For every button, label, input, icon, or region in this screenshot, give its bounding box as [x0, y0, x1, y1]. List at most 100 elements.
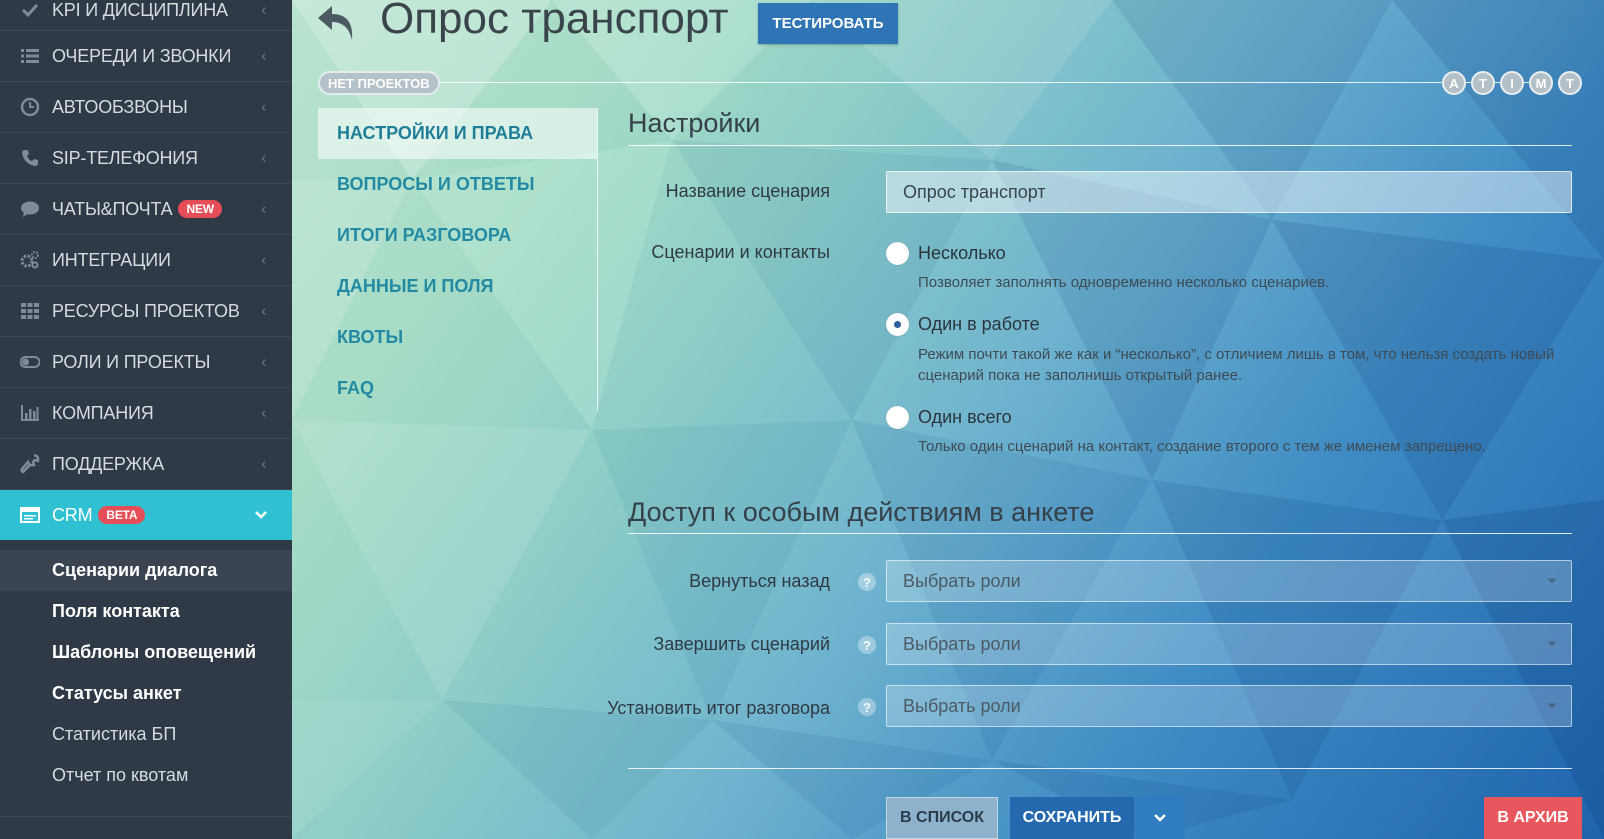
role-dot[interactable]: A	[1442, 71, 1466, 95]
sidebar-item-label: ИНТЕГРАЦИИ	[52, 249, 171, 270]
finish-scenario-roles-select[interactable]: Выбрать роли	[886, 623, 1572, 665]
chevron-left-icon: ‹	[261, 302, 266, 320]
sidebar-item-resources[interactable]: РЕСУРСЫ ПРОЕКТОВ ‹	[0, 286, 292, 337]
page-title: Опрос транспорт	[380, 0, 729, 43]
gears-icon	[18, 250, 42, 270]
finish-scenario-label: Завершить сценарий	[653, 634, 830, 654]
radio-one-total-label[interactable]: Один всего	[918, 407, 1012, 428]
submenu-item-dialog-scripts[interactable]: Сценарии диалога	[0, 550, 292, 591]
back-arrow-icon[interactable]	[314, 2, 358, 44]
radio-one-active-desc: Режим почти такой же как и “несколько”, …	[918, 346, 1555, 384]
chevron-left-icon: ‹	[261, 47, 266, 65]
sidebar-item-label: KPI И ДИСЦИПЛИНА	[52, 0, 228, 20]
go-back-roles-select[interactable]: Выбрать роли	[886, 560, 1572, 602]
chevron-left-icon: ‹	[261, 455, 266, 473]
caret-down-icon	[1547, 578, 1557, 584]
archive-button[interactable]: В АРХИВ	[1484, 797, 1582, 839]
sidebar-item-next[interactable]	[0, 816, 292, 839]
submenu-item-quota-report[interactable]: Отчет по квотам	[0, 755, 292, 796]
chevron-down-icon	[254, 507, 268, 523]
settings-tabs: НАСТРОЙКИ И ПРАВА ВОПРОСЫ И ОТВЕТЫ ИТОГИ…	[318, 108, 598, 411]
grid-icon	[18, 301, 42, 321]
tab-settings-rights[interactable]: НАСТРОЙКИ И ПРАВА	[318, 108, 597, 159]
scenario-name-input[interactable]: Опрос транспорт	[886, 171, 1572, 213]
sidebar-item-integrations[interactable]: ИНТЕГРАЦИИ ‹	[0, 235, 292, 286]
chevron-left-icon: ‹	[261, 404, 266, 422]
main-content: Опрос транспорт ТЕСТИРОВАТЬ НЕТ ПРОЕКТОВ…	[292, 0, 1604, 839]
wrench-icon	[18, 454, 42, 474]
role-dot[interactable]: I	[1500, 71, 1524, 95]
sidebar-item-support[interactable]: ПОДДЕРЖКА ‹	[0, 439, 292, 490]
submenu-item-survey-statuses[interactable]: Статусы анкет	[0, 673, 292, 714]
scenarios-contacts-label: Сценарии и контакты	[651, 242, 830, 262]
access-divider	[628, 533, 1572, 534]
sidebar-item-label: ПОДДЕРЖКА	[52, 453, 165, 474]
radio-one-active-label[interactable]: Один в работе	[918, 314, 1040, 335]
settings-divider	[628, 145, 1572, 146]
chevron-left-icon: ‹	[261, 98, 266, 116]
select-placeholder: Выбрать роли	[903, 695, 1021, 716]
to-list-button[interactable]: В СПИСОК	[886, 797, 998, 839]
save-button[interactable]: СОХРАНИТЬ	[1010, 797, 1134, 839]
new-badge: NEW	[178, 200, 222, 218]
radio-multiple-desc: Позволяет заполнять одновременно несколь…	[918, 274, 1330, 291]
select-placeholder: Выбрать роли	[903, 633, 1021, 654]
sidebar-item-company[interactable]: КОМПАНИЯ ‹	[0, 388, 292, 439]
tab-questions-answers[interactable]: ВОПРОСЫ И ОТВЕТЫ	[318, 159, 597, 210]
sidebar-item-label: РОЛИ И ПРОЕКТЫ	[52, 351, 211, 372]
settings-section-title: Настройки	[628, 108, 761, 138]
tab-faq[interactable]: FAQ	[318, 363, 597, 414]
sidebar-item-label: АВТООБЗВОНЫ	[52, 96, 188, 117]
tab-quotas[interactable]: КВОТЫ	[318, 312, 597, 363]
chevron-down-icon	[1154, 814, 1166, 822]
set-result-label: Установить итог разговора	[607, 698, 830, 718]
phone-icon	[18, 148, 42, 168]
sidebar-item-kpi[interactable]: KPI И ДИСЦИПЛИНА ‹	[0, 0, 292, 31]
submenu-item-bp-stats[interactable]: Статистика БП	[0, 714, 292, 755]
radio-one-total[interactable]	[886, 406, 909, 429]
sidebar-item-label: CRM	[52, 504, 93, 525]
go-back-label: Вернуться назад	[689, 571, 830, 591]
help-icon[interactable]: ?	[858, 636, 876, 654]
caret-down-icon	[1547, 641, 1557, 647]
save-dropdown-button[interactable]	[1135, 797, 1185, 839]
card-icon	[18, 505, 42, 525]
submenu-item-notification-templates[interactable]: Шаблоны оповещений	[0, 632, 292, 673]
list-icon	[18, 46, 42, 66]
sidebar-item-label: РЕСУРСЫ ПРОЕКТОВ	[52, 300, 240, 321]
sidebar-item-label: SIP-ТЕЛЕФОНИЯ	[52, 147, 198, 168]
radio-multiple[interactable]	[886, 242, 909, 265]
chevron-left-icon: ‹	[261, 353, 266, 371]
tab-call-results[interactable]: ИТОГИ РАЗГОВОРА	[318, 210, 597, 261]
sidebar-item-label: КОМПАНИЯ	[52, 402, 154, 423]
radio-one-active[interactable]	[886, 313, 909, 336]
sidebar-item-sip[interactable]: SIP-ТЕЛЕФОНИЯ ‹	[0, 133, 292, 184]
submenu-item-contact-fields[interactable]: Поля контакта	[0, 591, 292, 632]
help-icon[interactable]: ?	[858, 698, 876, 716]
beta-badge: BETA	[98, 506, 146, 524]
chevron-left-icon: ‹	[261, 1, 266, 19]
sidebar-item-autodial[interactable]: АВТООБЗВОНЫ ‹	[0, 82, 292, 133]
sidebar-item-label: ЧАТЫ&ПОЧТА	[52, 198, 173, 219]
sidebar-item-chats[interactable]: ЧАТЫ&ПОЧТА NEW ‹	[0, 184, 292, 235]
radio-one-total-desc: Только один сценарий на контакт, создани…	[918, 438, 1486, 455]
access-section-title: Доступ к особым действиям в анкете	[628, 497, 1095, 527]
help-icon[interactable]: ?	[858, 573, 876, 591]
sidebar-item-queues[interactable]: ОЧЕРЕДИ И ЗВОНКИ ‹	[0, 31, 292, 82]
radio-multiple-label[interactable]: Несколько	[918, 243, 1006, 264]
role-dot[interactable]: T	[1558, 71, 1582, 95]
role-dot[interactable]: T	[1471, 71, 1495, 95]
projects-badge[interactable]: НЕТ ПРОЕКТОВ	[318, 71, 440, 95]
sidebar: KPI И ДИСЦИПЛИНА ‹ ОЧЕРЕДИ И ЗВОНКИ ‹ АВ…	[0, 0, 292, 839]
chevron-left-icon: ‹	[261, 149, 266, 167]
set-result-roles-select[interactable]: Выбрать роли	[886, 685, 1572, 727]
toggle-icon	[18, 352, 42, 372]
role-dot[interactable]: M	[1529, 71, 1553, 95]
chevron-left-icon: ‹	[261, 251, 266, 269]
tab-data-fields[interactable]: ДАННЫЕ И ПОЛЯ	[318, 261, 597, 312]
clock-icon	[18, 97, 42, 117]
sidebar-item-roles[interactable]: РОЛИ И ПРОЕКТЫ ‹	[0, 337, 292, 388]
sidebar-item-crm[interactable]: CRM BETA	[0, 490, 292, 540]
chevron-left-icon: ‹	[261, 200, 266, 218]
test-button[interactable]: ТЕСТИРОВАТЬ	[758, 3, 898, 44]
